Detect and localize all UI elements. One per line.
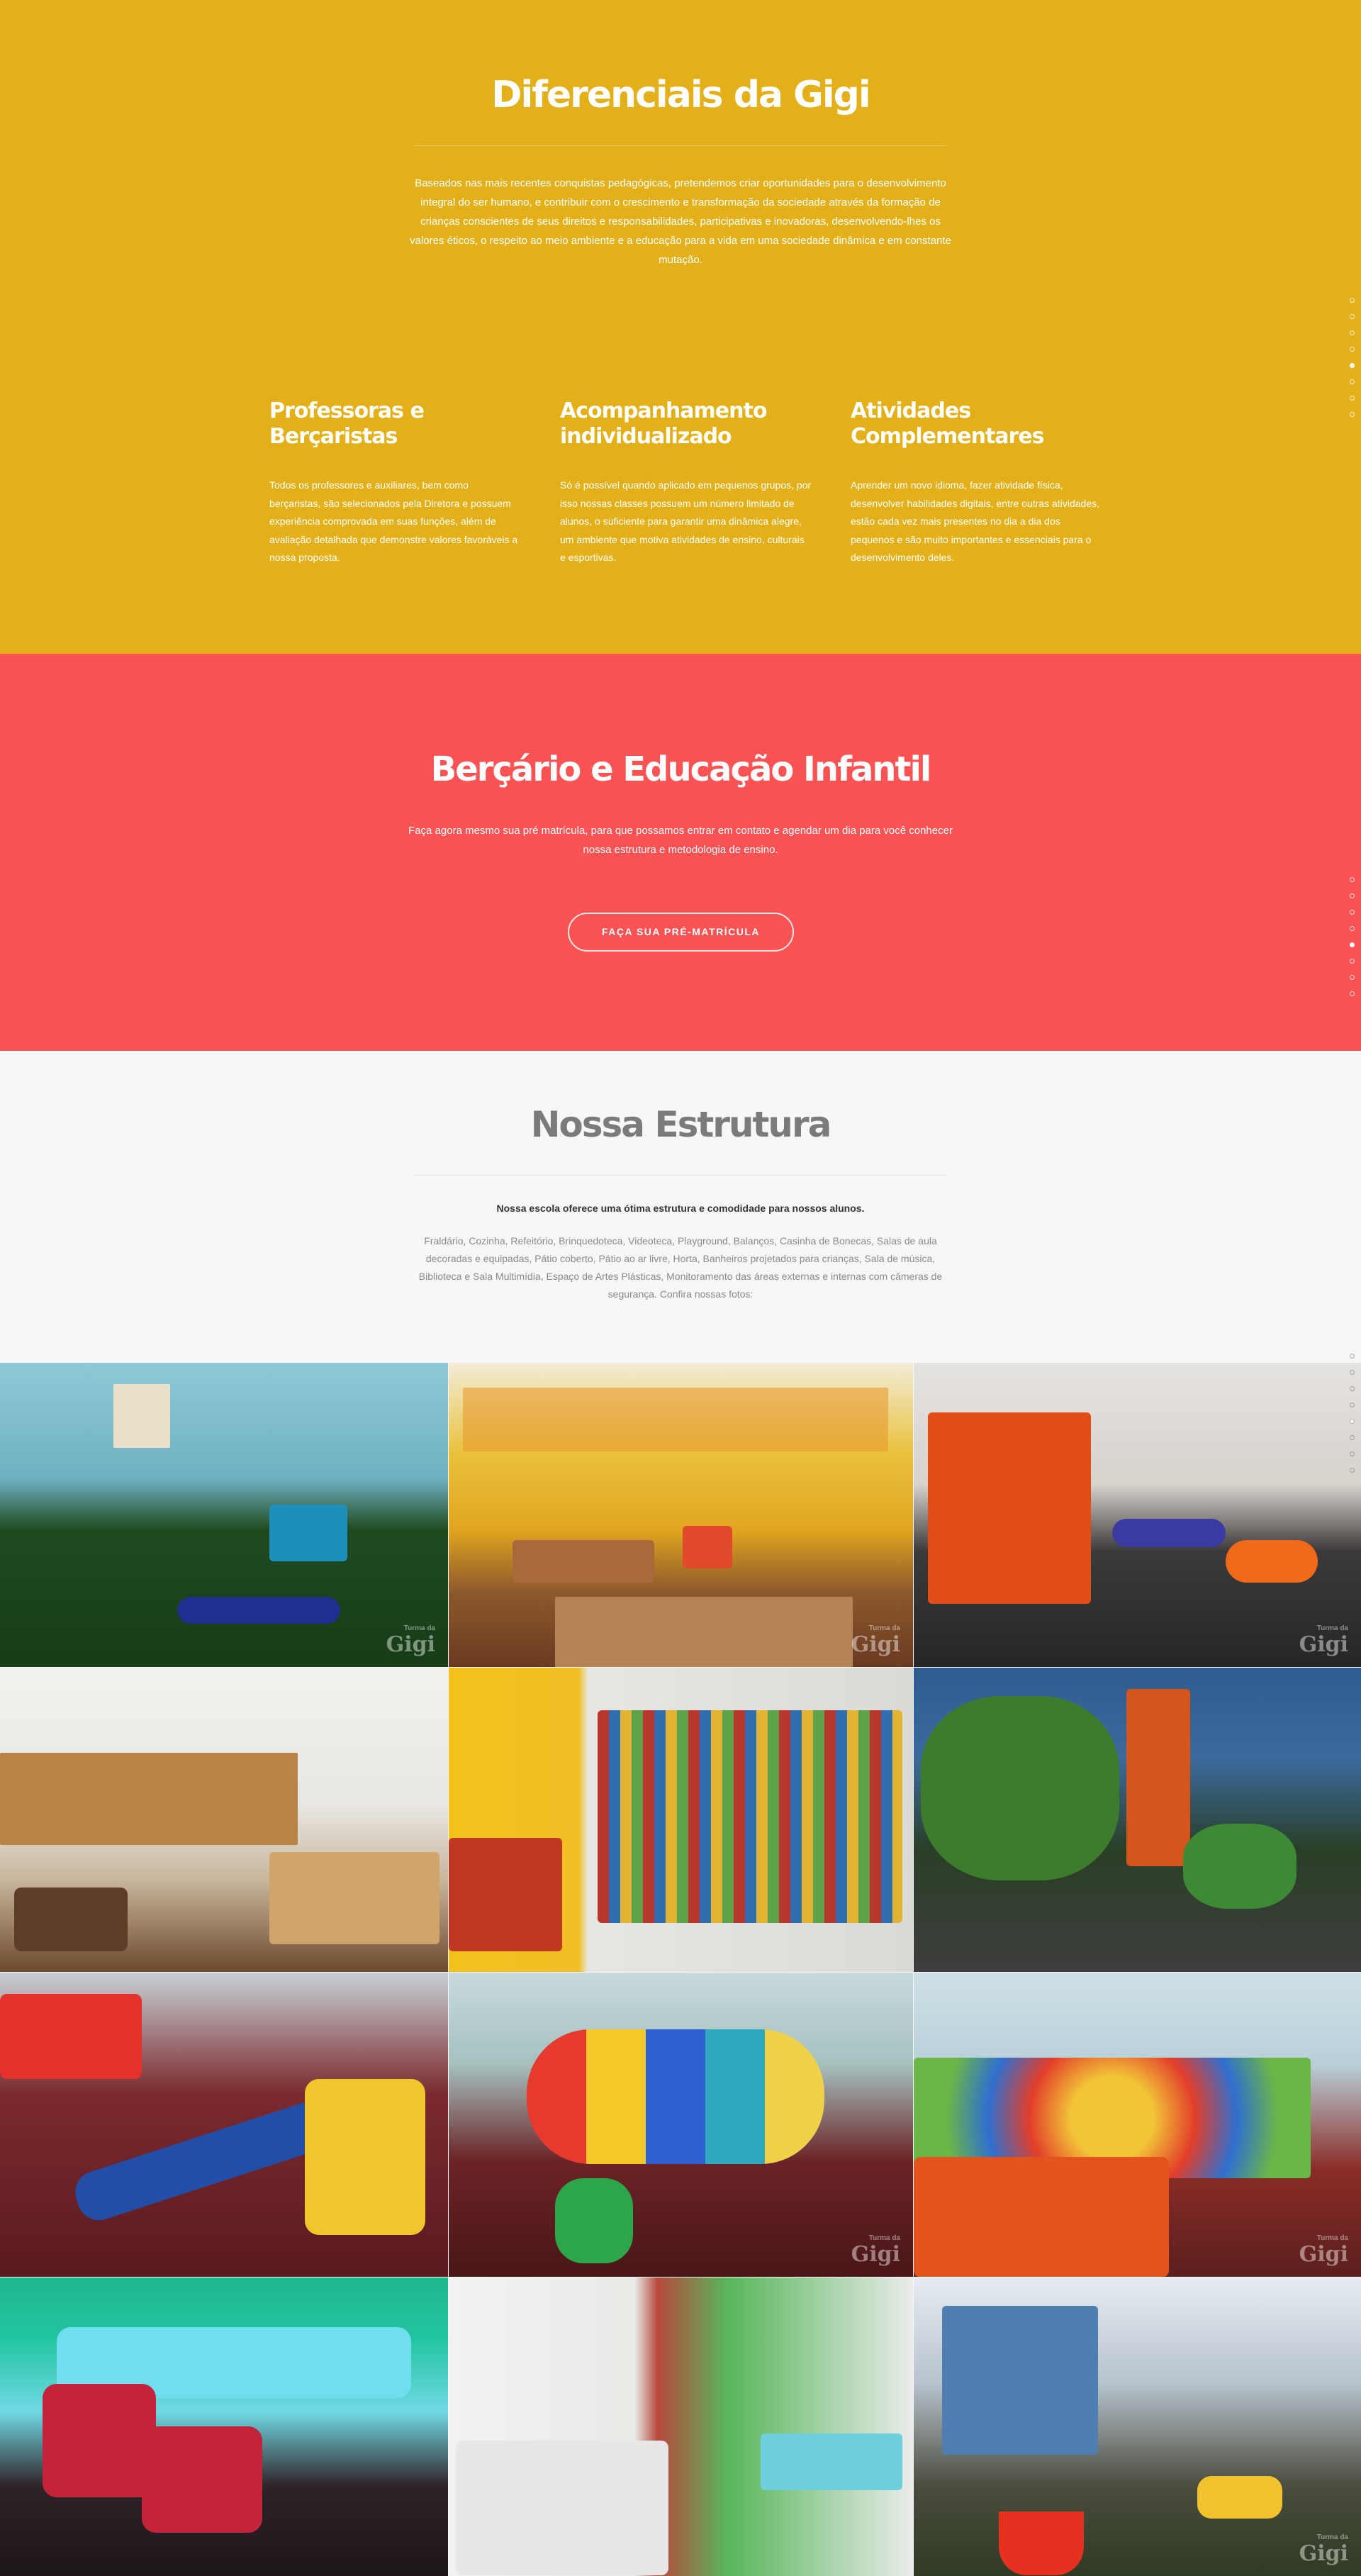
feature-title: Acompanhamento individualizado (560, 398, 767, 449)
plant (921, 1696, 1119, 1880)
tunnel-toy (527, 2029, 824, 2164)
diferenciais-section: Diferenciais da Gigi Baseados nas mais r… (0, 0, 1361, 654)
slide (69, 2095, 342, 2226)
classroom-photo[interactable]: Turma da Gigi (449, 1363, 913, 1667)
nav-dot-active[interactable] (1350, 363, 1355, 368)
nav-dot[interactable] (1350, 991, 1355, 996)
pre-matricula-button[interactable]: FAÇA SUA PRÉ-MATRÍCULA (568, 913, 794, 952)
estrutura-lead: Nossa escola oferece uma ótima estrutura… (496, 1203, 865, 1214)
gigi-watermark: Turma da Gigi (1299, 2533, 1348, 2566)
feature-title: Professoras e Berçaristas (269, 398, 425, 449)
window (942, 2306, 1098, 2455)
nav-dot[interactable] (1350, 959, 1355, 964)
window (113, 1384, 170, 1448)
nav-dot[interactable] (1350, 1451, 1355, 1456)
table (269, 1852, 439, 1944)
nav-dot[interactable] (1350, 1403, 1355, 1407)
estrutura-description: Fraldário, Cozinha, Refeitório, Brinqued… (418, 1235, 943, 1300)
nav-dot-active[interactable] (1350, 1419, 1355, 1424)
nav-dot[interactable] (1350, 877, 1355, 882)
baby-seat (142, 2426, 262, 2533)
playground-photo[interactable]: Turma da Gigi (0, 1363, 448, 1667)
dollhouse (928, 1412, 1091, 1604)
rocker-toy (1226, 1540, 1318, 1583)
section-nav-dots (1350, 1354, 1355, 1484)
rocker-toy (177, 1597, 340, 1624)
feature-text: Todos os professores e auxiliares, bem c… (269, 479, 518, 563)
nav-dot[interactable] (1350, 412, 1355, 417)
diferenciais-title: Diferenciais da Gigi (491, 74, 870, 116)
diferenciais-intro: Baseados nas mais recentes conquistas pe… (410, 177, 951, 266)
photo-gallery: Turma da Gigi Turma da Gigi Turma da Gigi (0, 1354, 1361, 2576)
estrutura-section: Nossa Estrutura Nossa escola oferece uma… (0, 1051, 1361, 1363)
estrutura-title: Nossa Estrutura (530, 1104, 832, 1145)
swings-photo[interactable]: Turma da Gigi (914, 2277, 1361, 2576)
bookshelf (598, 1710, 902, 1923)
gigi-watermark: Turma da Gigi (851, 2234, 900, 2267)
nav-dot[interactable] (1350, 1354, 1355, 1359)
alphabet-wall (463, 1388, 888, 1451)
plants-photo[interactable] (914, 1668, 1361, 1972)
swing (999, 2511, 1084, 2575)
nav-dot[interactable] (1350, 926, 1355, 931)
nav-dot[interactable] (1350, 298, 1355, 303)
nav-dot[interactable] (1350, 893, 1355, 898)
playpen (914, 2157, 1169, 2277)
nav-dot[interactable] (1350, 1386, 1355, 1391)
bercario-text: Faça agora mesmo sua pré matrícula, para… (408, 825, 953, 856)
sofa (449, 1838, 562, 1951)
title-divider (415, 1175, 946, 1176)
feeding-table-photo[interactable] (0, 2277, 448, 2576)
section-nav-dots (1350, 298, 1355, 428)
title-divider (415, 145, 946, 146)
library-photo[interactable] (449, 1668, 913, 1972)
nav-dot[interactable] (1350, 396, 1355, 401)
feature-atividades: Atividades Complementares Aprender um no… (851, 398, 1102, 567)
nav-dot[interactable] (1350, 347, 1355, 352)
baby-seat (43, 2384, 156, 2497)
feature-title: Atividades Complementares (851, 398, 1045, 449)
table (513, 1540, 654, 1583)
tunnel-photo[interactable]: Turma da Gigi (449, 1973, 913, 2277)
door (1126, 1689, 1190, 1866)
dollhouse-photo[interactable]: Turma da Gigi (914, 1363, 1361, 1667)
gigi-watermark: Turma da Gigi (386, 1624, 435, 1657)
feature-text: Aprender um novo idioma, fazer atividade… (851, 479, 1099, 563)
gigi-watermark: Turma da Gigi (1299, 1624, 1348, 1657)
nav-dot[interactable] (1350, 975, 1355, 980)
high-chairs-photo[interactable] (449, 2277, 913, 2576)
stools (14, 1888, 128, 1951)
feature-professoras: Professoras e Berçaristas Todos os profe… (269, 398, 521, 567)
high-chair (456, 2441, 668, 2575)
nav-dot[interactable] (1350, 379, 1355, 384)
section-nav-dots (1350, 877, 1355, 1008)
nav-dot[interactable] (1350, 910, 1355, 915)
slides-photo[interactable] (0, 1973, 448, 2277)
bercario-section: Berçário e Educação Infantil Faça agora … (0, 654, 1361, 1051)
slide (0, 1994, 142, 2079)
slide (305, 2079, 425, 2235)
shelf (0, 1753, 298, 1845)
gigi-watermark: Turma da Gigi (851, 1624, 900, 1657)
rocker-toy (1197, 2476, 1282, 2519)
nav-dot-active[interactable] (1350, 942, 1355, 947)
nav-dot[interactable] (1350, 1435, 1355, 1440)
carousel-toy (269, 1505, 347, 1561)
nav-dot[interactable] (1350, 1370, 1355, 1375)
rocker-toy (555, 2178, 633, 2263)
shelves-photo[interactable] (0, 1668, 448, 1972)
ballpit-photo[interactable]: Turma da Gigi (914, 1973, 1361, 2277)
feature-text: Só é possível quando aplicado em pequeno… (560, 479, 812, 563)
feature-acompanhamento: Acompanhamento individualizado Só é poss… (560, 398, 812, 567)
bercario-title: Berçário e Educação Infantil (430, 749, 932, 789)
chair (683, 1526, 732, 1568)
nav-dot[interactable] (1350, 330, 1355, 335)
nav-dot[interactable] (1350, 314, 1355, 319)
rocker-toy (1112, 1519, 1226, 1547)
gigi-watermark: Turma da Gigi (1299, 2234, 1348, 2267)
table (555, 1597, 853, 1667)
table (761, 2433, 902, 2490)
plant (1183, 1824, 1296, 1909)
nav-dot[interactable] (1350, 1468, 1355, 1473)
